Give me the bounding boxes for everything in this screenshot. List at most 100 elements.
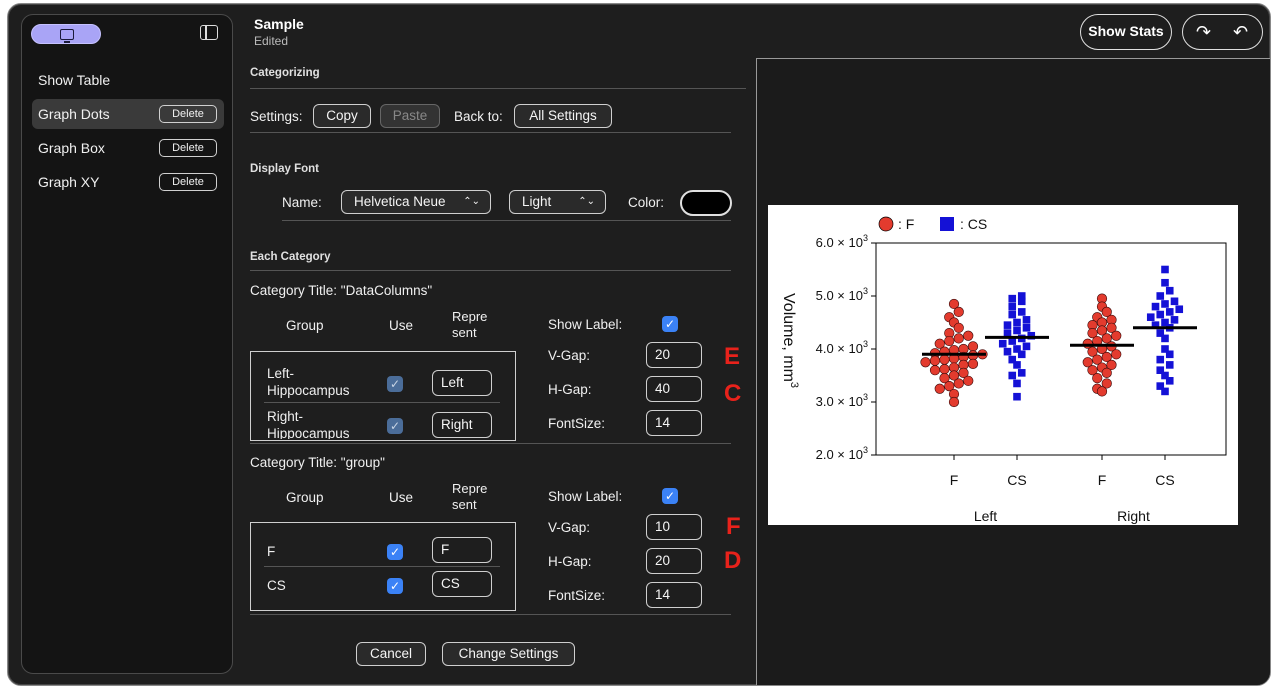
data-point-cs [1008,371,1017,380]
legend-marker-cs [940,217,954,231]
annotation-label: C [724,380,742,407]
data-point-f [963,330,974,341]
all-settings-button[interactable]: All Settings [514,104,612,128]
back-to-label: Back to: [454,109,503,124]
y-tick-exponent: 3 [863,286,868,296]
group-name: Hippocampus [267,383,350,398]
y-tick-exponent: 3 [863,445,868,455]
vgap-label: V-Gap: [548,348,591,363]
sidebar-toggle-icon[interactable] [200,25,218,40]
use-checkbox[interactable]: ✓ [387,544,403,560]
fontsize-label: FontSize: [548,588,606,603]
show-label-label: Show Label: [548,489,623,504]
x-category-label: F [950,472,959,488]
font-color-label: Color: [628,195,665,210]
copy-button[interactable]: Copy [313,104,371,128]
font-name-popup[interactable]: Helvetica Neue ⌃⌄ [341,190,491,214]
data-point-cs [1013,392,1021,401]
use-checkbox[interactable]: ✓ [387,418,403,434]
data-point-cs [1156,355,1165,364]
font-color-well[interactable] [680,190,732,216]
data-point-f [967,341,979,352]
represent-field[interactable]: CS [432,571,492,597]
group-name: F [267,544,276,559]
data-point-cs [1161,387,1169,396]
sidebar-item-label: Graph Dots [38,106,110,122]
sidebar-item-graph-dots[interactable]: Graph Dots Delete [32,99,224,129]
divider [250,443,731,444]
legend-label-f: : F [898,216,914,232]
data-point-f [929,355,941,366]
data-point-f [1096,386,1108,397]
column-header-group: Group [286,490,324,505]
y-tick-label: 5.0 × 103 [816,286,868,303]
data-point-f [1101,367,1112,378]
data-point-f [934,383,945,394]
redo-undo-group: ↷ ↶ [1182,14,1263,50]
settings-label: Settings: [250,109,303,124]
y-axis-label: Volume, mm3 [780,293,800,388]
fontsize-field[interactable]: 14 [646,410,702,436]
undo-icon[interactable]: ↶ [1233,23,1248,41]
data-point-cs [1022,324,1031,332]
view-mode-toggle[interactable] [31,24,101,44]
data-point-cs [1165,286,1174,295]
vgap-field[interactable]: 20 [646,342,702,368]
show-label-checkbox[interactable]: ✓ [662,488,678,504]
y-tick-label: 6.0 × 103 [816,233,868,250]
vgap-field[interactable]: 10 [646,514,702,540]
sidebar-item-label: Graph Box [38,140,105,156]
column-header-use: Use [389,490,414,505]
column-header-represent: Repre [452,309,488,324]
chevron-up-down-icon: ⌃⌄ [463,196,480,207]
delete-button[interactable]: Delete [159,139,217,157]
data-point-cs [1017,350,1026,359]
data-point-cs [1161,265,1169,274]
sidebar-item-graph-xy[interactable]: Graph XY Delete [32,167,224,197]
y-tick-label: 2.0 × 103 [816,445,868,462]
data-point-f [1092,373,1103,384]
represent-field[interactable]: Right [432,412,492,438]
data-point-cs [1022,316,1031,324]
use-checkbox[interactable]: ✓ [387,578,403,594]
sidebar-item-label: Graph XY [38,174,100,190]
font-weight-popup[interactable]: Light ⌃⌄ [509,190,606,214]
section-title-categorizing: Categorizing [250,67,320,79]
category-title: Category Title: "DataColumns" [250,283,433,298]
delete-button[interactable]: Delete [159,105,217,123]
data-point-cs [1165,350,1174,359]
section-title-each-category: Each Category [250,251,331,263]
document-status: Edited [254,34,289,48]
redo-icon[interactable]: ↷ [1196,23,1211,41]
represent-field[interactable]: F [432,537,492,563]
use-checkbox[interactable]: ✓ [387,376,403,392]
data-point-cs [1161,334,1169,343]
data-point-f [953,333,964,344]
divider [250,270,731,271]
divider [250,88,746,89]
hgap-field[interactable]: 40 [646,376,702,402]
divider [250,132,731,133]
show-label-checkbox[interactable]: ✓ [662,316,678,332]
data-point-cs [1013,361,1021,369]
data-point-f [948,396,960,408]
change-settings-button[interactable]: Change Settings [442,642,575,666]
sidebar-item-show-table[interactable]: Show Table [32,65,224,95]
data-point-cs [1170,297,1179,306]
section-title-display-font: Display Font [250,163,320,175]
data-point-cs [1022,342,1031,351]
chevron-up-down-icon: ⌃⌄ [578,196,595,207]
data-point-f [929,365,941,376]
cancel-button[interactable]: Cancel [356,642,426,666]
show-stats-button[interactable]: Show Stats [1080,14,1172,50]
data-point-cs [998,339,1007,348]
group-name: Hippocampus [267,426,350,439]
hgap-field[interactable]: 20 [646,548,702,574]
delete-button[interactable]: Delete [159,173,217,191]
fontsize-field[interactable]: 14 [646,582,702,608]
x-group-label: Left [974,508,997,524]
column-header-represent: Repre [452,481,488,496]
represent-field[interactable]: Left [432,370,492,396]
paste-button[interactable]: Paste [380,104,440,128]
sidebar-item-graph-box[interactable]: Graph Box Delete [32,133,224,163]
